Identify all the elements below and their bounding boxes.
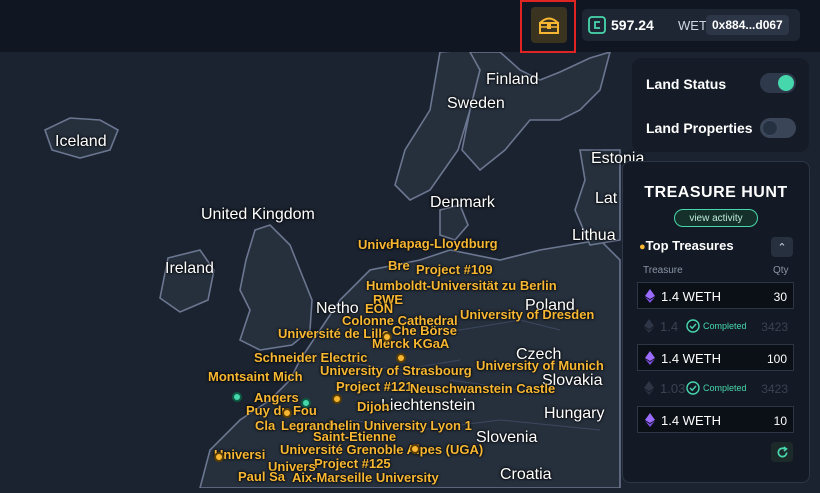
toggle-knob — [778, 75, 794, 91]
treasure-row[interactable]: 1.4 Completed 3423 — [637, 313, 794, 340]
check-circle-icon — [686, 381, 700, 395]
map-label-hungary: Hungary — [544, 405, 605, 422]
poi-label[interactable]: University of Dresden — [460, 307, 594, 322]
eth-icon — [645, 289, 655, 303]
land-status-toggle[interactable] — [760, 73, 796, 93]
collapse-button[interactable]: ⌃ — [771, 237, 793, 257]
poi-marker[interactable] — [301, 398, 311, 408]
poi-label[interactable]: University of Munich — [476, 358, 604, 373]
poi-label[interactable]: Saint-Etienne — [313, 429, 396, 444]
poi-marker[interactable] — [282, 408, 292, 418]
view-activity-button[interactable]: view activity — [674, 209, 758, 227]
treasure-hunt-panel: TREASURE HUNT view activity ●Top Treasur… — [622, 161, 810, 483]
completed-badge: Completed — [686, 380, 747, 396]
poi-label[interactable]: Université Grenoble Alpes (UGA) — [280, 442, 483, 457]
poi-label[interactable]: Colonne Cathedral — [342, 313, 458, 328]
poi-label[interactable]: Cla — [255, 418, 275, 433]
treasure-qty: 30 — [773, 290, 787, 304]
completed-label: Completed — [703, 383, 747, 393]
map-label-united-kingdom: United Kingdom — [201, 206, 315, 223]
map-label-iceland: Iceland — [55, 133, 107, 150]
treasure-amount: 1.4 WETH — [661, 413, 721, 428]
eth-icon — [644, 381, 654, 395]
poi-label[interactable]: Project #121 — [336, 379, 413, 394]
poi-marker[interactable] — [396, 353, 406, 363]
poi-marker[interactable] — [332, 394, 342, 404]
poi-label[interactable]: Project #125 — [314, 456, 391, 471]
treasure-amount: 1.4 — [660, 319, 679, 334]
map-label-ireland: Ireland — [165, 260, 214, 277]
wallet-icon — [588, 16, 606, 34]
treasure-row[interactable]: 1.4 WETH 100 — [637, 344, 794, 371]
map-label-liechtenstein: Liechtenstein — [381, 397, 476, 414]
completed-badge: Completed — [686, 318, 747, 334]
wallet-amount: 597.24 — [611, 17, 654, 33]
land-properties-label: Land Properties — [646, 120, 753, 136]
treasure-qty: 100 — [766, 352, 787, 366]
poi-marker[interactable] — [382, 332, 392, 342]
treasure-amount: 1.4 WETH — [661, 289, 721, 304]
treasure-qty: 3423 — [761, 382, 788, 396]
poi-marker[interactable] — [410, 444, 420, 454]
poi-label[interactable]: Dijon — [357, 399, 390, 414]
poi-marker[interactable] — [232, 392, 242, 402]
treasure-qty: 10 — [773, 414, 787, 428]
map-toggle-panel: Land Status Land Properties — [632, 58, 809, 152]
chevron-up-icon: ⌃ — [777, 241, 787, 254]
treasure-chest-icon — [539, 17, 559, 34]
eth-icon — [645, 351, 655, 365]
medal-icon: ● — [639, 241, 646, 253]
wallet-address[interactable]: 0x884...d067 — [706, 15, 789, 35]
poi-label[interactable]: Hapag-Lloydburg — [390, 236, 498, 251]
treasure-hunt-title: TREASURE HUNT — [644, 184, 788, 201]
poi-label[interactable]: Humboldt-Universität zu Berlin — [366, 278, 557, 293]
check-circle-icon — [686, 319, 700, 333]
poi-label[interactable]: Montsaint Mich — [208, 369, 303, 384]
treasure-amount: 1.4 WETH — [661, 351, 721, 366]
poi-label[interactable]: Paul Sa — [238, 469, 285, 484]
map-label-sweden: Sweden — [447, 95, 505, 112]
poi-label[interactable]: Bre — [388, 258, 410, 273]
map-label-latvia: Lat — [595, 190, 618, 207]
treasure-qty: 3423 — [761, 320, 788, 334]
toggle-knob — [762, 120, 778, 136]
poi-label[interactable]: Neuschwanstein Castle — [410, 381, 555, 396]
eth-icon — [644, 319, 654, 333]
map-label-lithuania: Lithua — [572, 227, 616, 244]
map-label-finland: Finland — [486, 71, 539, 88]
land-properties-toggle[interactable] — [760, 118, 796, 138]
treasure-row[interactable]: 1.03 Completed 3423 — [637, 375, 794, 402]
treasure-row[interactable]: 1.4 WETH 30 — [637, 282, 794, 309]
map-label-croatia: Croatia — [500, 466, 552, 483]
poi-label[interactable]: University of Strasbourg — [320, 363, 472, 378]
poi-label[interactable]: Project #109 — [416, 262, 493, 277]
poi-label[interactable]: Aix-Marseille University — [292, 470, 439, 485]
top-bar: 597.24 WETH 0x884...d067 — [0, 0, 820, 53]
column-header-treasure: Treasure — [643, 265, 683, 276]
top-treasures-label: Top Treasures — [645, 238, 734, 253]
map-label-denmark: Denmark — [430, 194, 495, 211]
land-status-label: Land Status — [646, 76, 727, 92]
map-label-slovenia: Slovenia — [476, 429, 538, 446]
treasure-row[interactable]: 1.4 WETH 10 — [637, 406, 794, 433]
column-header-qty: Qty — [773, 265, 789, 276]
poi-marker[interactable] — [214, 452, 224, 462]
poi-label[interactable]: Unive — [358, 237, 393, 252]
wallet-balance[interactable]: 597.24 WETH 0x884...d067 — [582, 9, 800, 41]
eth-icon — [645, 413, 655, 427]
refresh-button[interactable] — [771, 442, 793, 462]
treasure-amount: 1.03 — [660, 381, 686, 396]
top-treasures-heading: ●Top Treasures — [639, 238, 734, 253]
refresh-icon — [777, 445, 788, 457]
treasure-chest-button[interactable] — [531, 7, 567, 43]
completed-label: Completed — [703, 321, 747, 331]
